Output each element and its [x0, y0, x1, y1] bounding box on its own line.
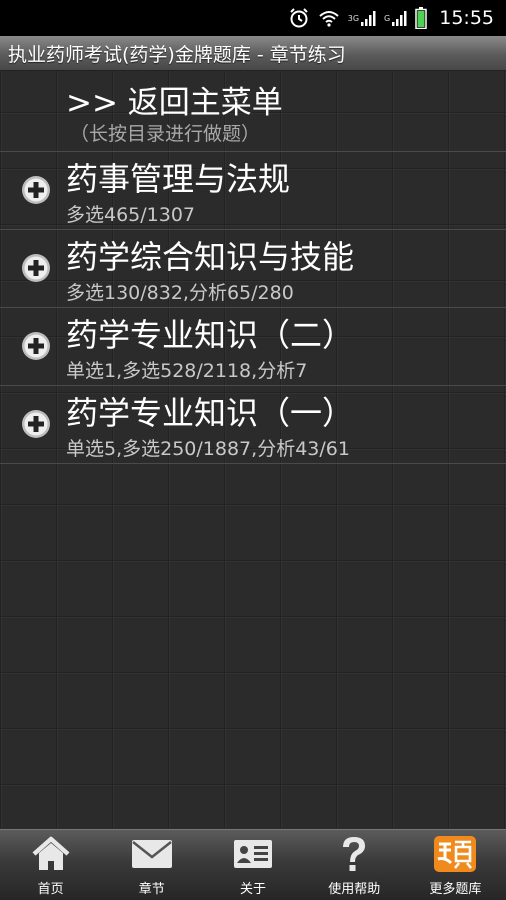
- chapter-list: >> 返回主菜单 （长按目录进行做题） 药事管理与法规 多选465/1307 药…: [0, 71, 506, 464]
- page-title: 执业药师考试(药学)金牌题库 - 章节练习: [8, 43, 346, 66]
- chapter-name: 药学专业知识（二）: [66, 316, 355, 354]
- nav-help[interactable]: 使用帮助: [304, 830, 405, 900]
- ti-logo-icon: [433, 834, 477, 874]
- long-press-hint: （长按目录进行做题）: [70, 123, 261, 145]
- nav-about[interactable]: 关于: [202, 830, 303, 900]
- question-icon: [338, 834, 370, 874]
- expand-plus-icon[interactable]: [21, 175, 51, 205]
- battery-icon: [415, 7, 427, 29]
- chapter-name: 药学专业知识（一）: [66, 394, 355, 432]
- nav-help-label: 使用帮助: [328, 882, 381, 897]
- alarm-icon: [288, 7, 310, 29]
- id-card-icon: [232, 834, 274, 874]
- expand-plus-icon[interactable]: [21, 253, 51, 283]
- bottom-nav: 首页 章节 关于 使用帮助 更多题库: [0, 829, 506, 900]
- signal-3g-icon: 3G: [348, 10, 376, 26]
- chapter-item[interactable]: 药学综合知识与技能 多选130/832,分析65/280: [0, 230, 506, 308]
- status-bar: 3G G 15:55: [0, 0, 506, 36]
- chapter-stats: 单选5,多选250/1887,分析43/61: [66, 438, 350, 460]
- chapter-item[interactable]: 药学专业知识（一） 单选5,多选250/1887,分析43/61: [0, 386, 506, 464]
- chapter-stats: 多选130/832,分析65/280: [66, 282, 294, 304]
- signal-g-icon: G: [384, 10, 407, 26]
- nav-home-label: 首页: [37, 882, 64, 897]
- envelope-icon: [130, 834, 174, 874]
- chapter-name: 药事管理与法规: [66, 160, 291, 198]
- nav-chapters-label: 章节: [138, 882, 165, 897]
- nav-more-question-banks[interactable]: 更多题库: [405, 830, 506, 900]
- back-to-main-menu-label: >> 返回主菜单: [66, 85, 283, 121]
- expand-plus-icon[interactable]: [21, 409, 51, 439]
- nav-home[interactable]: 首页: [0, 830, 101, 900]
- wifi-icon: [318, 9, 340, 27]
- status-time: 15:55: [439, 7, 494, 29]
- chapter-name: 药学综合知识与技能: [66, 238, 355, 276]
- back-to-main-menu-item[interactable]: >> 返回主菜单 （长按目录进行做题）: [0, 71, 506, 152]
- title-bar: 执业药师考试(药学)金牌题库 - 章节练习: [0, 36, 506, 71]
- chapter-item[interactable]: 药学专业知识（二） 单选1,多选528/2118,分析7: [0, 308, 506, 386]
- chapter-stats: 单选1,多选528/2118,分析7: [66, 360, 308, 382]
- chapter-stats: 多选465/1307: [66, 204, 196, 226]
- chapter-item[interactable]: 药事管理与法规 多选465/1307: [0, 152, 506, 230]
- nav-chapters[interactable]: 章节: [101, 830, 202, 900]
- nav-more-label: 更多题库: [429, 882, 482, 897]
- nav-about-label: 关于: [240, 882, 267, 897]
- home-icon: [31, 834, 71, 874]
- expand-plus-icon[interactable]: [21, 331, 51, 361]
